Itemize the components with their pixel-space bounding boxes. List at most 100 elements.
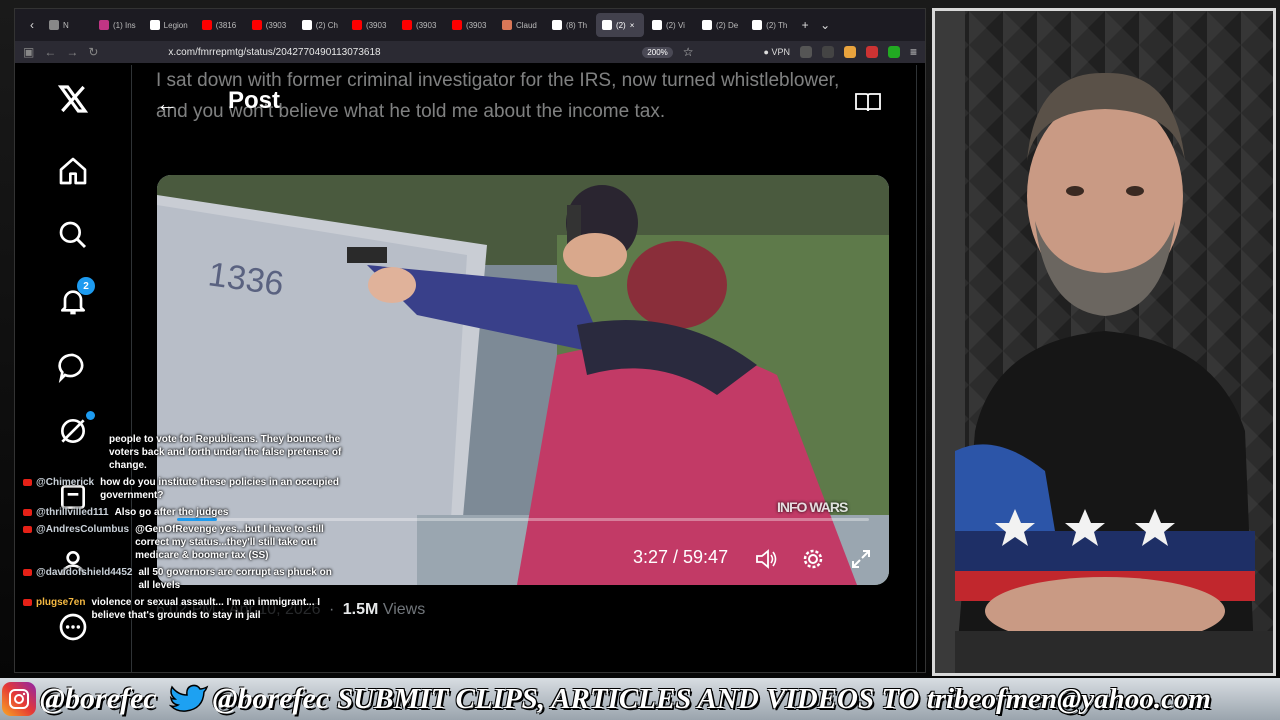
live-chat-overlay: people to vote for Republicans. They bou…	[23, 433, 343, 626]
browser-tab[interactable]: (3903	[346, 13, 394, 37]
tab-label: (2) Th	[766, 20, 788, 30]
notifications-bell-icon[interactable]: 2	[55, 277, 95, 319]
tab-list-chevron-icon[interactable]: ⌄	[816, 18, 834, 32]
tab-favicon-icon	[401, 20, 412, 30]
browser-tab[interactable]: (2) ×	[595, 13, 644, 37]
tab-label: Claud	[515, 20, 537, 30]
twitter-handle: @borefec	[212, 682, 330, 715]
home-icon[interactable]	[55, 153, 91, 189]
tab-bar: ‹ N (1) Ins Legion (3816 (3903 (2) Ch (3903 (39…	[15, 9, 925, 41]
views-label: Views	[382, 601, 426, 618]
reload-icon[interactable]: ↻	[88, 45, 98, 59]
tab-label: Legion	[163, 20, 188, 30]
tab-label: (3903	[465, 20, 487, 30]
bookmark-star-icon[interactable]: ☆	[683, 45, 694, 59]
extension-orange-icon[interactable]	[843, 46, 856, 58]
chat-message: @AndresColumbus @GenOfRevenge yes...but I…	[23, 523, 343, 562]
grok-dot-badge	[86, 411, 95, 420]
chat-text: how do you institute these policies in a…	[100, 477, 340, 501]
webcam-image	[935, 11, 1273, 673]
browser-tab[interactable]: (3903	[396, 13, 444, 37]
tab-favicon-icon	[49, 20, 59, 30]
tab-favicon-icon	[601, 20, 612, 30]
tab-favicon-icon	[451, 20, 462, 30]
tab-label: (2) Ch	[315, 20, 338, 30]
chat-text: Also go after the judges	[114, 507, 229, 518]
youtube-icon	[23, 526, 32, 533]
tab-favicon-icon	[301, 20, 312, 30]
x-page: 2 I sat down with former criminal invest…	[15, 65, 925, 672]
volume-icon[interactable]	[753, 545, 781, 573]
tab-favicon-icon	[752, 20, 763, 30]
messages-icon[interactable]	[55, 349, 91, 385]
tab-scroll-left-icon[interactable]: ‹	[23, 18, 41, 32]
youtube-icon	[23, 479, 32, 486]
stream-layout: ‹ N (1) Ins Legion (3816 (3903 (2) Ch (3903 (39…	[0, 0, 1280, 720]
extension-green-icon[interactable]	[887, 46, 900, 58]
browser-tab[interactable]: (3903	[446, 13, 494, 37]
tab-favicon-icon	[701, 20, 712, 30]
youtube-icon	[23, 509, 32, 516]
chat-username: @davidofshield4452	[36, 567, 133, 578]
browser-tab[interactable]: (2) Th	[746, 13, 794, 37]
tab-close-icon[interactable]: ×	[630, 21, 635, 30]
chat-message: @davidofshield4452 all 50 governors are c…	[23, 566, 343, 592]
tab-favicon-icon	[149, 20, 160, 30]
extension-puzzle-icon[interactable]	[821, 46, 834, 58]
new-tab-plus-icon[interactable]: +	[796, 18, 814, 32]
browser-window: ‹ N (1) Ins Legion (3816 (3903 (2) Ch (3903 (39…	[14, 8, 926, 673]
post-header: ← Post	[132, 85, 918, 129]
tab-label: (3903	[365, 20, 387, 30]
browser-tab[interactable]: (2) De	[696, 13, 744, 37]
browser-tab[interactable]: (8) Th	[546, 13, 594, 37]
tab-label: (2)	[615, 20, 626, 30]
tab-label: (3903	[415, 20, 437, 30]
youtube-icon	[23, 569, 32, 576]
search-icon[interactable]	[55, 217, 91, 253]
chat-message: plugse7en violence or sexual assault... I…	[23, 596, 343, 622]
browser-tab[interactable]: (3816	[196, 13, 244, 37]
browser-tab[interactable]: (2) Vi	[646, 13, 694, 37]
tab-favicon-icon	[251, 20, 262, 30]
browser-tab[interactable]: (2) Ch	[296, 13, 344, 37]
zoom-level-badge[interactable]: 200%	[642, 46, 673, 58]
bottom-ticker: @borefec @borefec SUBMIT CLIPS, ARTICLES…	[0, 678, 1280, 720]
vpn-button[interactable]: ● VPN	[764, 47, 790, 57]
tab-favicon-icon	[501, 20, 512, 30]
fullscreen-icon[interactable]	[847, 545, 875, 573]
chat-message: @Chimerick how do you institute these pol…	[23, 476, 343, 502]
forward-nav-icon[interactable]: →	[66, 45, 78, 59]
menu-icon[interactable]: ≡	[910, 45, 917, 59]
youtube-icon	[23, 599, 32, 606]
back-arrow-icon[interactable]: ←	[156, 91, 178, 117]
extension-red-icon[interactable]	[865, 46, 878, 58]
video-time: 3:27 / 59:47	[633, 547, 729, 567]
chat-username: @thrillvilled111	[36, 507, 109, 518]
reader-view-icon[interactable]	[854, 91, 882, 118]
tab-label: N	[63, 20, 69, 30]
chat-text: @GenOfRevenge yes...but I have to still …	[135, 524, 324, 561]
sidebar-toggle-icon[interactable]: ▣	[23, 45, 34, 59]
post-header-title: Post	[228, 87, 281, 114]
browser-tab[interactable]: (1) Ins	[93, 13, 142, 37]
tab-label: (8) Th	[565, 20, 588, 30]
settings-gear-icon[interactable]	[799, 545, 827, 573]
instagram-icon	[2, 682, 36, 716]
browser-tab[interactable]: Legion	[144, 13, 194, 37]
extension-r-icon[interactable]	[799, 46, 812, 58]
chat-text: all 50 governors are corrupt as phuck on…	[138, 567, 332, 591]
back-nav-icon[interactable]: ←	[44, 45, 56, 59]
browser-tab[interactable]: (3903	[246, 13, 294, 37]
browser-tab[interactable]: Claud	[496, 13, 544, 37]
tab-label: (3903	[265, 20, 287, 30]
tab-label: (2) Vi	[665, 20, 685, 30]
address-field[interactable]: x.com/fmrrepmtg/status/20427704901130736…	[168, 47, 632, 58]
webcam-feed	[932, 8, 1276, 676]
tab-favicon-icon	[651, 20, 662, 30]
x-logo-icon[interactable]	[55, 81, 91, 117]
tab-label: (1) Ins	[113, 20, 136, 30]
chat-text: people to vote for Republicans. They bou…	[109, 434, 342, 471]
tab-favicon-icon	[201, 20, 212, 30]
tab-favicon-icon	[351, 20, 362, 30]
browser-tab[interactable]: N	[43, 13, 91, 37]
